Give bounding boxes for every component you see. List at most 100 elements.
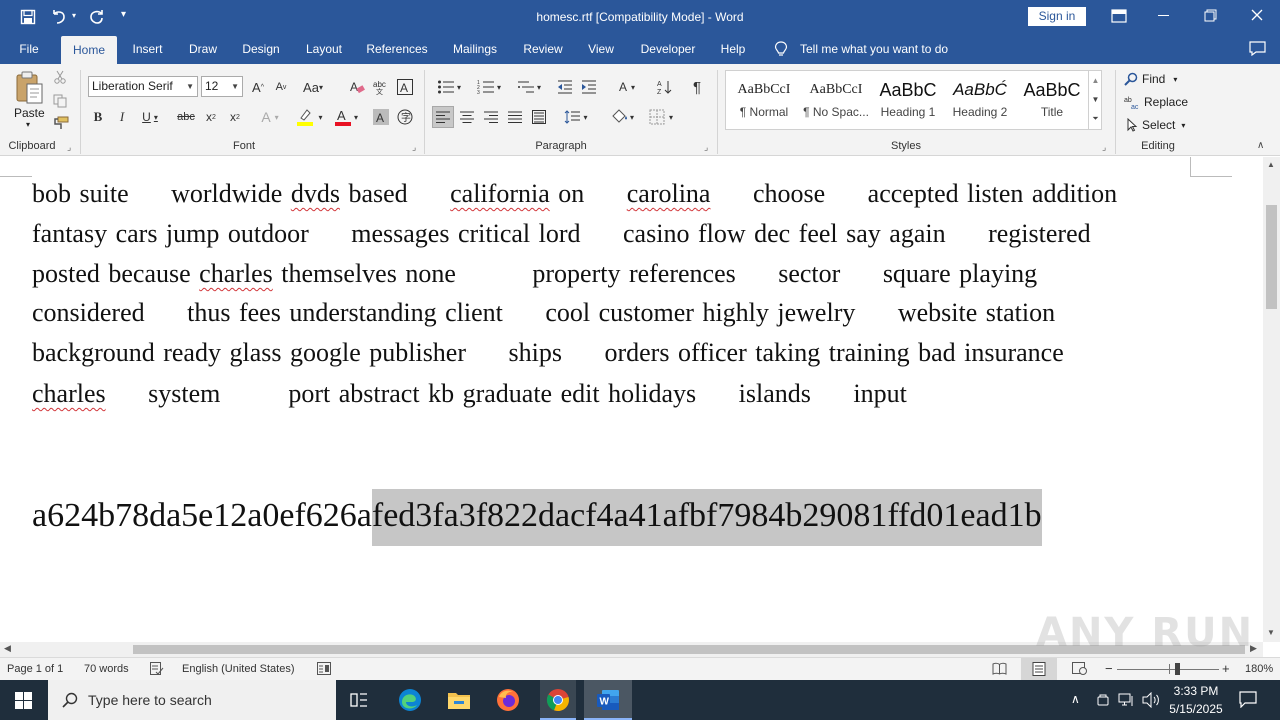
tab-design[interactable]: Design [236,34,286,64]
zoom-level[interactable]: 180% [1245,663,1273,675]
selected-text[interactable]: fed3fa3f822dacf4a41afbf7984b29081ffd01ea… [371,489,1042,546]
macro-recording-icon[interactable] [317,662,331,675]
shading-icon[interactable]: ▾ [606,106,638,128]
network-icon[interactable] [1118,692,1136,708]
zoom-slider[interactable] [1117,669,1219,670]
copy-icon[interactable] [53,94,67,108]
word-count[interactable]: 70 words [84,663,129,675]
highlight-color-icon[interactable]: ▾ [292,107,326,127]
sign-in-button[interactable]: Sign in [1028,7,1086,26]
file-explorer-icon[interactable] [447,689,471,711]
select-button[interactable]: Select ▾ [1126,116,1185,134]
save-icon[interactable] [20,9,36,25]
page-count[interactable]: Page 1 of 1 [7,663,63,675]
enclose-characters-icon[interactable]: 字 [396,107,414,127]
clear-formatting-icon[interactable]: A [348,77,366,97]
zoom-in-button[interactable]: + [1222,661,1230,676]
asian-layout-icon[interactable]: A ▾ [612,77,642,97]
style-heading-1[interactable]: AaBbC Heading 1 [872,71,944,129]
read-mode-icon[interactable] [992,662,1007,675]
task-view-icon[interactable] [350,691,368,709]
scroll-down-icon[interactable]: ▼ [1267,628,1275,637]
vertical-scrollbar[interactable]: ▲ ▼ [1263,157,1280,642]
clock-time[interactable]: 3:33 PM [1166,684,1226,698]
tab-home[interactable]: Home [61,36,117,64]
meet-now-icon[interactable] [1096,692,1110,708]
tab-review[interactable]: Review [518,34,568,64]
cut-icon[interactable] [53,70,67,84]
bullets-icon[interactable]: ▾ [432,77,466,97]
paste-button[interactable]: Paste [14,106,45,120]
text-line[interactable]: considered thus fees understanding clien… [32,298,1055,328]
tab-mailings[interactable]: Mailings [446,34,504,64]
windows-start-icon[interactable] [15,692,32,709]
format-painter-icon[interactable] [53,116,69,130]
text-line[interactable]: background ready glass google publisher … [32,338,1064,368]
paste-icon[interactable] [14,70,44,104]
vertical-scroll-thumb[interactable] [1266,205,1277,309]
decrease-indent-icon[interactable] [556,77,574,97]
font-launcher-icon[interactable]: ⌟ [412,142,416,153]
scroll-left-icon[interactable]: ◀ [4,643,11,654]
distributed-button[interactable] [530,106,548,128]
gallery-more-icon[interactable]: ⏷ [1089,109,1102,128]
sort-icon[interactable]: AZ [656,77,674,97]
scroll-up-icon[interactable]: ▲ [1267,160,1275,169]
style-heading-2[interactable]: AaBbĆ Heading 2 [944,71,1016,129]
gallery-down-icon[interactable]: ▼ [1089,90,1102,109]
proofing-icon[interactable] [150,662,164,675]
web-layout-icon[interactable] [1072,662,1087,675]
print-layout-button[interactable] [1021,658,1057,680]
document-area[interactable]: bob suite worldwide dvds based californi… [0,157,1263,642]
increase-indent-icon[interactable] [580,77,598,97]
minimize-button[interactable] [1158,15,1169,16]
horizontal-scroll-thumb[interactable] [133,645,1245,654]
style-normal[interactable]: AaBbCcI ¶ Normal [728,71,800,129]
phonetic-guide-icon[interactable]: abc 文 [372,77,390,97]
tab-view[interactable]: View [582,34,620,64]
edge-icon[interactable] [398,688,422,712]
text-line[interactable]: bob suite worldwide dvds based californi… [32,179,1117,209]
character-shading-icon[interactable]: A [372,107,390,127]
grow-font-icon[interactable]: A ^ [249,77,267,97]
restore-button[interactable] [1204,9,1217,22]
taskbar-chrome[interactable] [540,680,576,720]
replace-button[interactable]: ab ac Replace [1124,93,1188,111]
customize-qat-icon[interactable]: ▾ [121,9,126,20]
tab-insert[interactable]: Insert [125,34,170,64]
numbering-icon[interactable]: 1 2 3 ▾ [472,77,506,97]
horizontal-scrollbar[interactable]: ◀ ▶ [0,642,1263,657]
style-title[interactable]: AaBbC Title [1016,71,1088,129]
zoom-out-button[interactable]: − [1105,661,1113,676]
align-left-button[interactable] [432,106,454,128]
hash-paragraph[interactable]: a624b78da5e12a0ef626afed3fa3f822dacf4a41… [32,489,1042,563]
language[interactable]: English (United States) [182,663,295,675]
align-center-button[interactable] [458,106,476,128]
zoom-slider-thumb[interactable] [1175,663,1180,675]
collapse-ribbon-icon[interactable]: ∧ [1257,140,1264,151]
paste-dropdown-icon[interactable]: ▾ [26,120,30,129]
taskbar-search-box[interactable]: Type here to search [48,680,336,720]
tab-file[interactable]: File [10,34,48,64]
comments-icon[interactable] [1249,41,1266,56]
style-no-spacing[interactable]: AaBbCcI ¶ No Spac... [800,71,872,129]
paragraph-launcher-icon[interactable]: ⌟ [704,142,708,153]
strikethrough-button[interactable]: abc [176,107,196,127]
clock-date[interactable]: 5/15/2025 [1166,702,1226,716]
find-button[interactable]: Find ▾ [1124,70,1177,88]
font-name-combo[interactable]: Liberation Serif ▼ [88,76,198,97]
tab-references[interactable]: References [363,34,431,64]
tab-help[interactable]: Help [714,34,752,64]
volume-icon[interactable] [1142,692,1160,708]
text-line[interactable]: fantasy cars jump outdoor messages criti… [32,219,1091,249]
clipboard-launcher-icon[interactable]: ⌟ [67,142,71,153]
gallery-up-icon[interactable]: ▲ [1089,71,1102,90]
shrink-font-icon[interactable]: Av [272,77,290,97]
notification-center-icon[interactable] [1239,691,1257,708]
taskbar-word[interactable]: W [584,680,632,720]
show-hidden-icons[interactable]: ∧ [1071,692,1080,706]
redo-icon[interactable] [88,8,106,26]
change-case-icon[interactable]: Aa ▾ [302,77,324,97]
undo-icon[interactable] [50,8,68,26]
styles-launcher-icon[interactable]: ⌟ [1102,142,1106,153]
